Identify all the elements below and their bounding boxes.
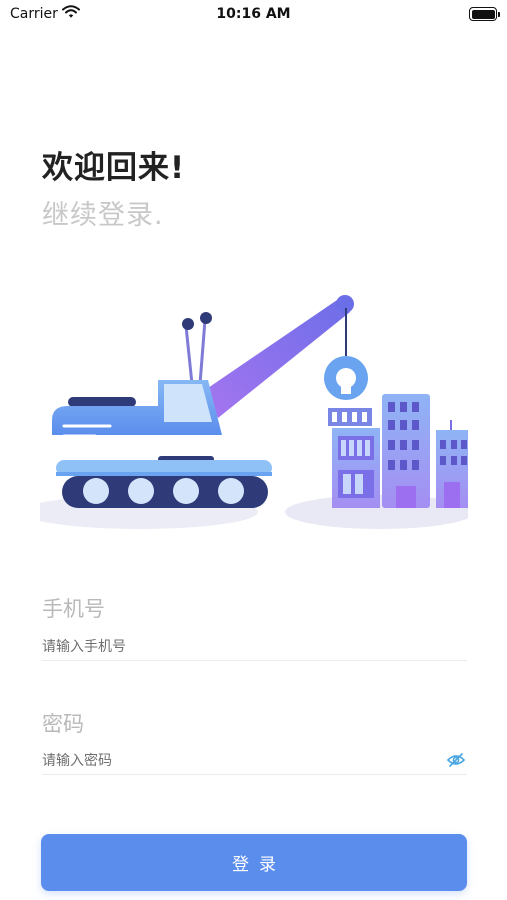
password-input[interactable] <box>42 746 442 776</box>
eye-icon[interactable] <box>447 752 465 768</box>
battery-icon <box>469 7 500 21</box>
welcome-subtitle: 继续登录. <box>42 200 164 231</box>
password-divider <box>42 774 467 775</box>
crane-illustration <box>40 295 468 529</box>
login-button[interactable]: 登录 <box>41 834 467 891</box>
status-bar: Carrier 10:16 AM <box>0 0 507 30</box>
password-label: 密码 <box>42 712 84 736</box>
battery-fill <box>471 9 495 19</box>
phone-divider <box>42 660 467 661</box>
welcome-title: 欢迎回来! <box>42 150 186 186</box>
phone-input[interactable] <box>42 632 467 662</box>
status-time: 10:16 AM <box>216 6 291 22</box>
phone-label: 手机号 <box>42 597 105 621</box>
